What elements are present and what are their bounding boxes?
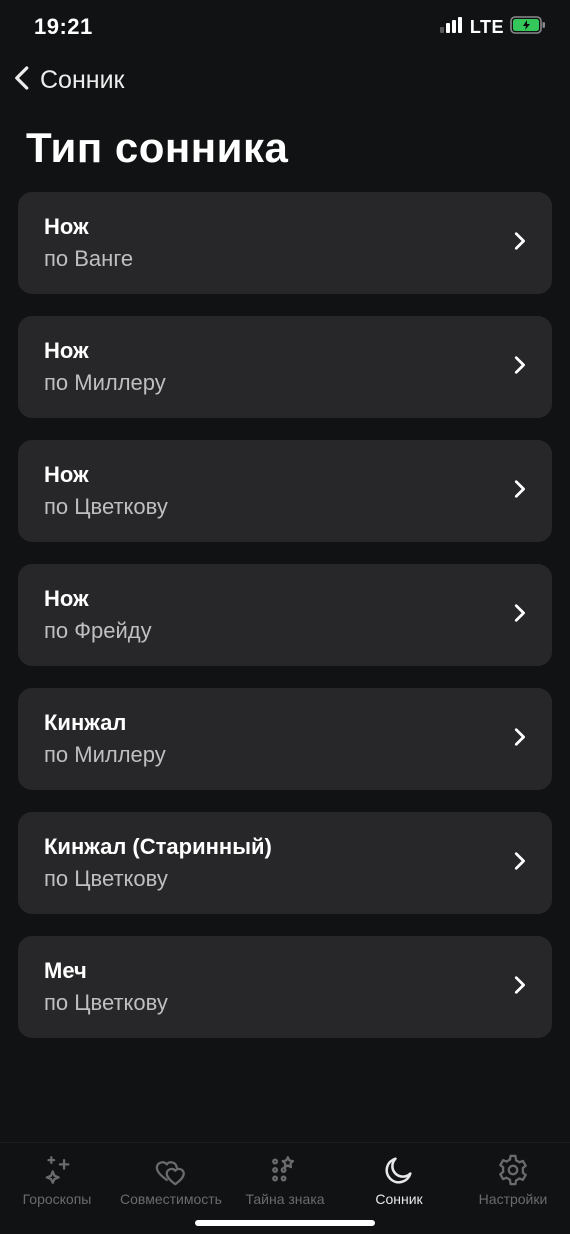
tab-compatibility[interactable]: Совместимость: [117, 1153, 225, 1207]
tab-sign-secret[interactable]: Тайна знака: [231, 1153, 339, 1207]
list-item-subtitle: по Миллеру: [44, 370, 166, 396]
dreambook-type-list: Ножпо ВангеНожпо МиллеруНожпо ЦветковуНо…: [0, 192, 570, 1142]
list-item-title: Нож: [44, 462, 168, 488]
status-right: LTE: [440, 16, 546, 39]
sparkles-icon: [40, 1153, 74, 1187]
list-item-title: Кинжал (Старинный): [44, 834, 272, 860]
list-item-title: Меч: [44, 958, 168, 984]
tab-label: Сонник: [375, 1191, 422, 1207]
chevron-right-icon: [508, 478, 530, 505]
chevron-right-icon: [508, 602, 530, 629]
tab-settings[interactable]: Настройки: [459, 1153, 567, 1207]
cellular-icon: [440, 17, 464, 38]
list-item-title: Нож: [44, 214, 133, 240]
list-item-title: Нож: [44, 338, 166, 364]
list-item[interactable]: Меч по Цветкову: [18, 936, 552, 1038]
list-item-title: Кинжал: [44, 710, 166, 736]
list-item-subtitle: по Фрейду: [44, 618, 152, 644]
tab-label: Гороскопы: [23, 1191, 92, 1207]
list-item-subtitle: по Миллеру: [44, 742, 166, 768]
battery-icon: [510, 16, 546, 39]
list-item[interactable]: Нож по Миллеру: [18, 316, 552, 418]
chevron-right-icon: [508, 230, 530, 257]
chevron-right-icon: [508, 354, 530, 381]
grid-star-icon: [268, 1153, 302, 1187]
gear-icon: [496, 1153, 530, 1187]
chevron-right-icon: [508, 850, 530, 877]
list-item-subtitle: по Цветкову: [44, 866, 272, 892]
back-label: Сонник: [40, 66, 124, 95]
chevron-right-icon: [508, 974, 530, 1001]
moon-icon: [382, 1153, 416, 1187]
hearts-icon: [154, 1153, 188, 1187]
list-item-subtitle: по Цветкову: [44, 990, 168, 1016]
status-bar: 19:21 LTE: [0, 0, 570, 54]
home-indicator: [195, 1220, 375, 1226]
list-item[interactable]: Кинжал (Старинный) по Цветкову: [18, 812, 552, 914]
chevron-right-icon: [508, 726, 530, 753]
status-time: 19:21: [34, 14, 93, 40]
list-item[interactable]: Кинжал по Миллеру: [18, 688, 552, 790]
list-item-title: Нож: [44, 586, 152, 612]
network-label: LTE: [470, 17, 504, 38]
list-item[interactable]: Нож по Ванге: [18, 192, 552, 294]
tab-label: Тайна знака: [245, 1191, 324, 1207]
tab-label: Совместимость: [120, 1191, 222, 1207]
list-item[interactable]: Нож по Фрейду: [18, 564, 552, 666]
tab-dreambook[interactable]: Сонник: [345, 1153, 453, 1207]
back-button[interactable]: Сонник: [0, 54, 570, 106]
list-item[interactable]: Нож по Цветкову: [18, 440, 552, 542]
chevron-left-icon: [8, 63, 38, 98]
tab-label: Настройки: [479, 1191, 548, 1207]
tab-horoscopes[interactable]: Гороскопы: [3, 1153, 111, 1207]
list-item-subtitle: по Ванге: [44, 246, 133, 272]
list-item-subtitle: по Цветкову: [44, 494, 168, 520]
page-title: Тип сонника: [0, 106, 570, 192]
